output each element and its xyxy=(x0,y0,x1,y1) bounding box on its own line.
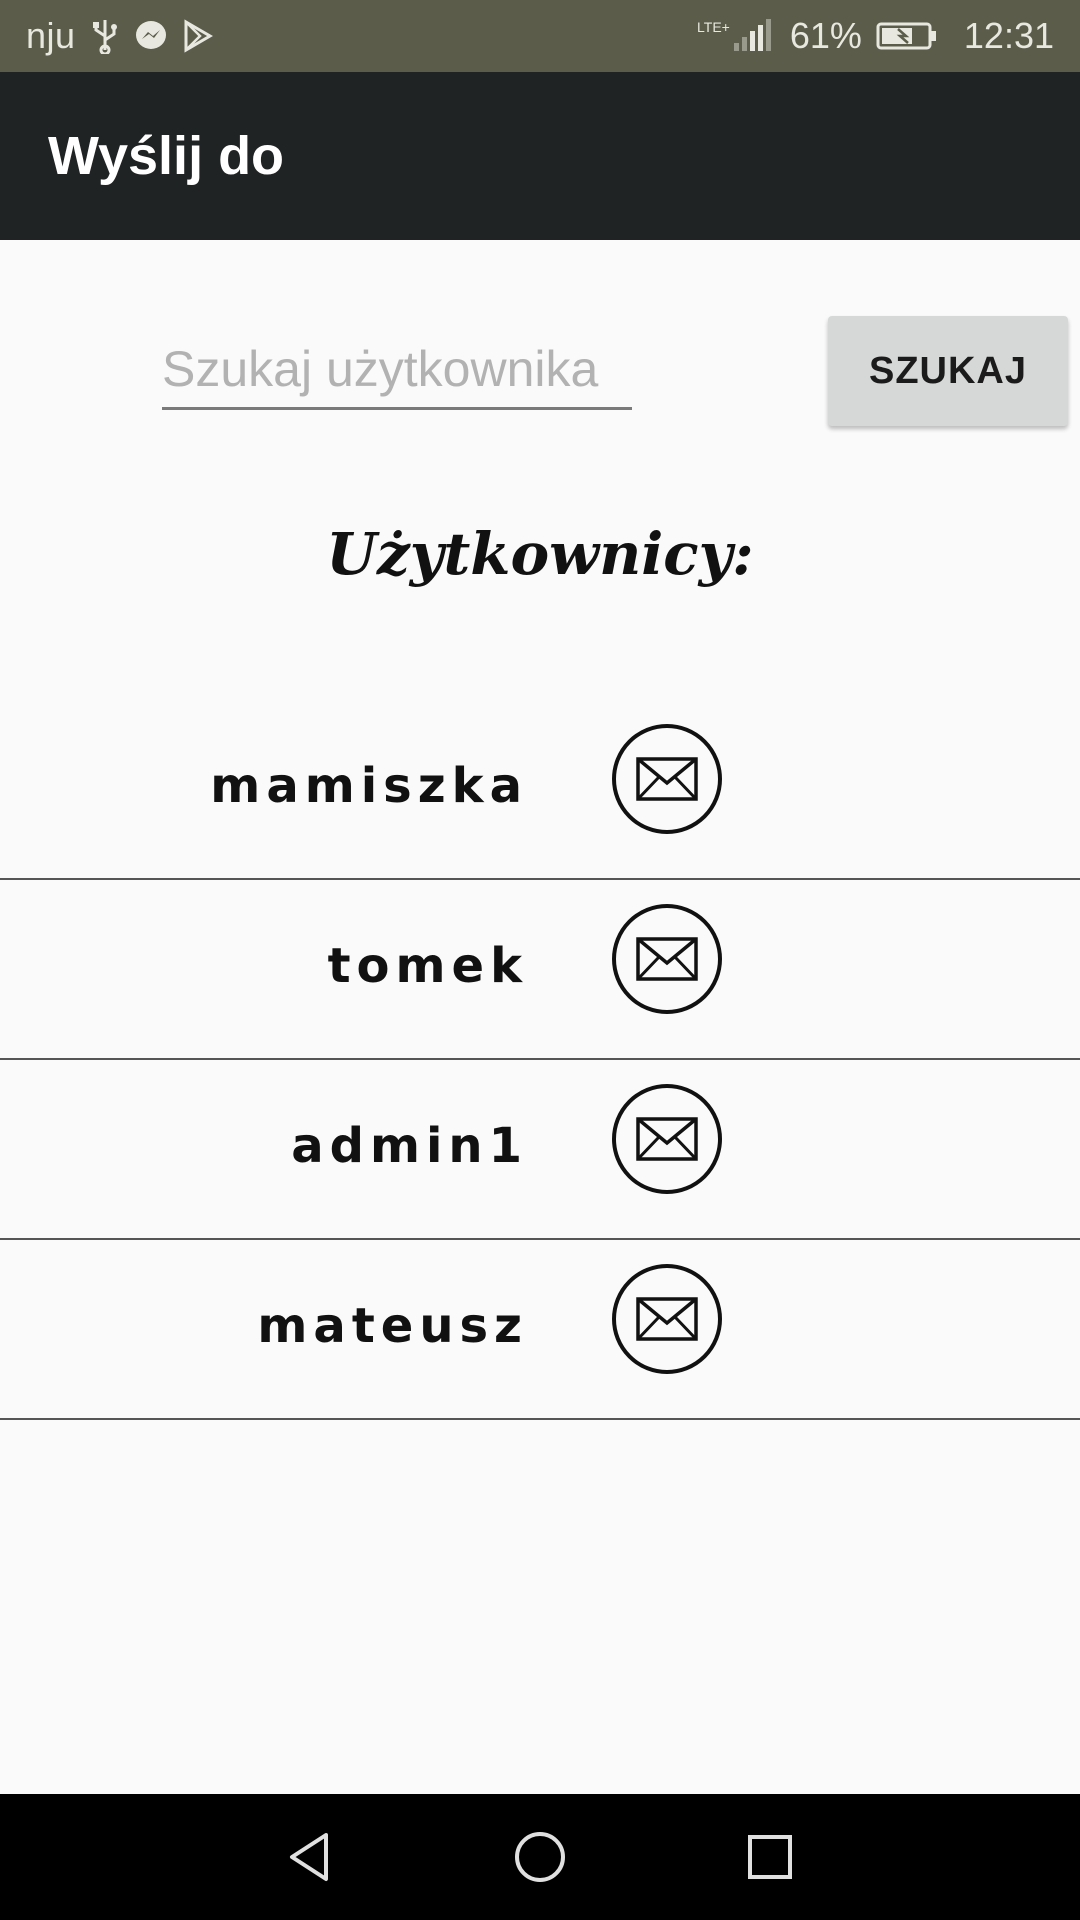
envelope-icon xyxy=(636,1297,698,1341)
recents-button[interactable] xyxy=(730,1817,810,1897)
status-bar-right: LTE+ 61% 12:31 xyxy=(697,15,1054,57)
signal-icon: LTE+ xyxy=(697,19,772,53)
list-item: admin1 xyxy=(0,1060,1080,1240)
battery-charging-icon xyxy=(876,21,938,51)
list-item: mateusz xyxy=(0,1240,1080,1420)
send-message-button[interactable] xyxy=(612,1264,722,1374)
user-name: mateusz xyxy=(257,1298,528,1354)
envelope-icon xyxy=(636,937,698,981)
list-item: tomek xyxy=(0,880,1080,1060)
navigation-bar xyxy=(0,1794,1080,1920)
home-button[interactable] xyxy=(500,1817,580,1897)
send-message-button[interactable] xyxy=(612,904,722,1014)
user-name: admin1 xyxy=(291,1118,528,1174)
users-heading: Użytkownicy: xyxy=(326,520,754,588)
screen: nju LTE+ 61% 12:31 Wyślij do Szukaj użyt… xyxy=(0,0,1080,1920)
app-bar: Wyślij do xyxy=(0,72,1080,240)
send-message-button[interactable] xyxy=(612,724,722,834)
search-button[interactable]: SZUKAJ xyxy=(828,316,1068,426)
list-item: mamiszka xyxy=(0,700,1080,880)
recents-icon xyxy=(748,1835,792,1879)
network-type-label: LTE+ xyxy=(697,19,730,35)
back-icon xyxy=(290,1833,328,1881)
search-input[interactable] xyxy=(162,330,632,410)
send-message-button[interactable] xyxy=(612,1084,722,1194)
user-name: tomek xyxy=(327,938,528,994)
search-field-container xyxy=(162,330,632,416)
carrier-label: nju xyxy=(26,15,76,56)
back-button[interactable] xyxy=(270,1817,350,1897)
messenger-icon xyxy=(134,19,168,53)
battery-percent: 61% xyxy=(789,15,862,56)
user-list: mamiszka tomek admin1 mateusz xyxy=(0,700,1080,1420)
user-name: mamiszka xyxy=(210,758,528,814)
play-store-icon xyxy=(182,19,214,53)
clock: 12:31 xyxy=(963,15,1054,56)
page-title: Wyślij do xyxy=(48,126,285,186)
envelope-icon xyxy=(636,757,698,801)
usb-icon xyxy=(90,18,120,54)
envelope-icon xyxy=(636,1117,698,1161)
status-bar-left: nju xyxy=(26,15,214,57)
home-icon xyxy=(515,1832,565,1882)
status-bar: nju LTE+ 61% 12:31 xyxy=(0,0,1080,72)
